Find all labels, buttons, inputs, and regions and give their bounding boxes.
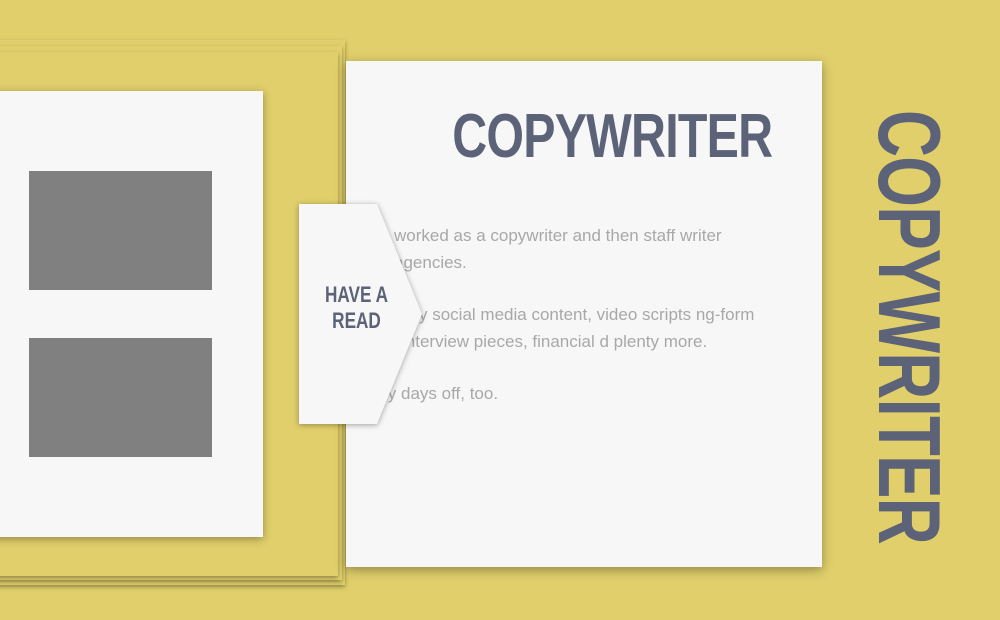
have-a-read-label: HAVE A READ	[325, 282, 388, 333]
thumbnail-image[interactable]	[29, 338, 212, 457]
portfolio-card	[0, 91, 263, 537]
vertical-title: COPYWRITER	[860, 110, 959, 544]
card-title: COPYWRITER	[452, 102, 773, 171]
thumbnail-image[interactable]	[29, 171, 212, 290]
have-a-read-button[interactable]: HAVE A READ	[299, 204, 423, 424]
